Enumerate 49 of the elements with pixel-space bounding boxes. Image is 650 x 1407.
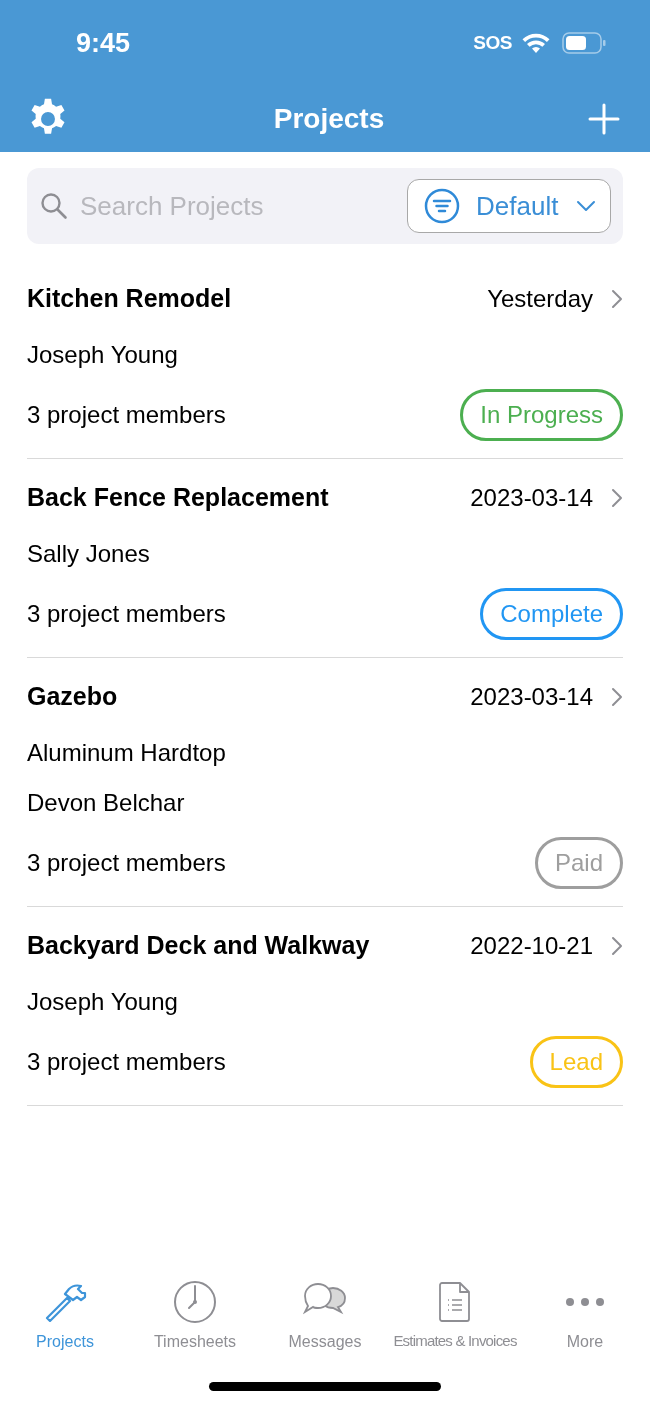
tab-bar-item[interactable]: More	[520, 1270, 650, 1370]
status-time: 9:45	[76, 26, 131, 60]
battery-icon	[562, 32, 606, 54]
project-title: Kitchen Remodel	[27, 283, 232, 315]
filter-icon	[424, 188, 460, 224]
chevron-down-icon	[576, 200, 596, 212]
search-icon	[40, 192, 68, 220]
project-date: Yesterday	[487, 284, 593, 314]
hammer-icon	[43, 1282, 87, 1322]
project-row[interactable]: Gazebo 2023-03-14 Aluminum Hardtop Devon Belchar 3 project members Paid	[27, 658, 623, 907]
document-icon	[439, 1282, 471, 1322]
project-title: Gazebo	[27, 681, 118, 713]
search-field[interactable]: Search Projects Default	[27, 168, 623, 244]
member-count: 3 project members	[27, 400, 226, 430]
chevron-right-icon	[611, 488, 623, 508]
project-row[interactable]: Backyard Deck and Walkway 2022-10-21 Joseph Young 3 project members Lead	[27, 907, 623, 1106]
status-badge: Paid	[534, 837, 623, 889]
screen-title: Projects	[273, 102, 385, 136]
wifi-icon	[522, 32, 550, 54]
status-badge: Complete	[480, 588, 623, 640]
project-date: 2023-03-14	[470, 483, 593, 513]
project-row[interactable]: Back Fence Replacement 2023-03-14 Sally Jones 3 project members Complete	[27, 459, 623, 658]
tab-bar-item[interactable]: Timesheets	[130, 1270, 260, 1370]
status-badge: In Progress	[460, 389, 623, 441]
chevron-right-icon	[611, 687, 623, 707]
status-carrier: SOS	[473, 30, 512, 55]
tab-bar-item[interactable]: Estimates & Invoices	[390, 1270, 520, 1370]
status-badge: Lead	[529, 1036, 623, 1088]
chevron-right-icon	[611, 936, 623, 956]
more-icon	[565, 1297, 605, 1307]
project-row[interactable]: Kitchen Remodel Yesterday Joseph Young 3 project members In Progress	[27, 260, 623, 459]
member-count: 3 project members	[27, 599, 226, 629]
project-title: Back Fence Replacement	[27, 482, 329, 514]
project-detail: Joseph Young	[27, 340, 178, 370]
project-detail: Devon Belchar	[27, 788, 185, 818]
project-detail: Joseph Young	[27, 987, 178, 1017]
tab-bar-item[interactable]: Messages	[260, 1270, 390, 1370]
project-date: 2023-03-14	[470, 682, 593, 712]
member-count: 3 project members	[27, 1047, 226, 1077]
chevron-right-icon	[611, 289, 623, 309]
sort-dropdown[interactable]: Default	[407, 179, 611, 233]
member-count: 3 project members	[27, 848, 226, 878]
project-detail: Aluminum Hardtop	[27, 738, 226, 768]
project-title: Backyard Deck and Walkway	[27, 930, 370, 962]
project-date: 2022-10-21	[470, 931, 593, 961]
project-detail: Sally Jones	[27, 539, 150, 569]
clock-icon	[173, 1280, 217, 1324]
add-icon[interactable]	[588, 103, 620, 135]
tab-bar-item[interactable]: Projects	[0, 1270, 130, 1370]
